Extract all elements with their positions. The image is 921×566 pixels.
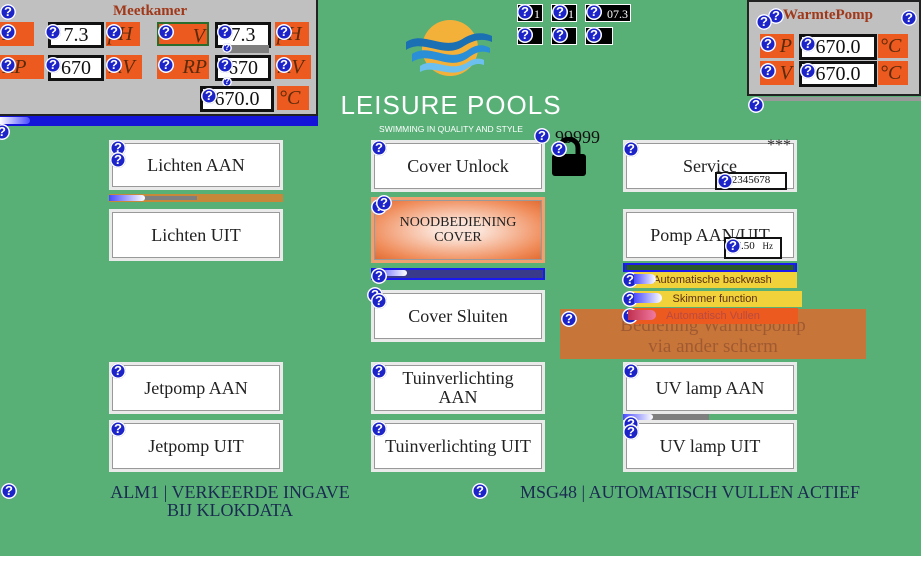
meetkamer-temp-unit: °C bbox=[277, 86, 309, 110]
cover-unlock-button[interactable]: Cover Unlock bbox=[371, 140, 545, 192]
help-icon[interactable]: ? bbox=[45, 24, 61, 40]
help-icon[interactable]: ? bbox=[371, 421, 387, 437]
help-icon[interactable]: ? bbox=[623, 141, 639, 157]
help-icon[interactable]: ? bbox=[748, 97, 764, 113]
status-message: MSG48 | AUTOMATISCH VULLEN ACTIEF bbox=[520, 482, 860, 502]
slider-handle[interactable] bbox=[634, 293, 662, 303]
cover-sluiten-button[interactable]: Cover Sluiten bbox=[371, 290, 545, 342]
help-icon[interactable]: ? bbox=[760, 63, 776, 79]
noodbediening-cover-button[interactable]: NOODBEDIENING COVER bbox=[371, 197, 545, 263]
help-icon[interactable]: ? bbox=[1, 483, 17, 499]
help-icon[interactable]: ? bbox=[800, 36, 816, 52]
help-icon[interactable]: ? bbox=[552, 27, 568, 43]
service-stars: *** bbox=[767, 137, 791, 154]
meetkamer-scroll-strip[interactable] bbox=[0, 116, 318, 126]
help-icon[interactable]: ? bbox=[586, 27, 602, 43]
jetpomp-uit-button[interactable]: Jetpomp UIT bbox=[109, 420, 283, 472]
warmtepomp-p-unit: °C bbox=[878, 34, 908, 58]
help-icon[interactable]: ? bbox=[217, 24, 233, 40]
help-icon[interactable]: ? bbox=[371, 363, 387, 379]
help-icon[interactable]: ? bbox=[217, 57, 233, 73]
logo-brand: LEISURE POOLS bbox=[340, 90, 562, 120]
help-icon[interactable]: ? bbox=[623, 363, 639, 379]
meetkamer-title: Meetkamer bbox=[113, 3, 188, 19]
help-icon[interactable]: ? bbox=[586, 4, 602, 20]
help-icon[interactable]: ? bbox=[376, 195, 392, 211]
help-icon[interactable]: ? bbox=[756, 14, 772, 30]
slider-handle[interactable] bbox=[0, 117, 30, 124]
lichten-aan-button[interactable]: Lichten AAN bbox=[109, 140, 283, 190]
tuinverlichting-uit-button[interactable]: Tuinverlichting UIT bbox=[371, 420, 545, 472]
help-icon[interactable]: ? bbox=[717, 173, 733, 189]
warmtepomp-v-unit: °C bbox=[878, 61, 908, 85]
tuinverlichting-aan-label-1: Tuinverlichting bbox=[402, 368, 514, 388]
help-icon[interactable]: ? bbox=[0, 4, 16, 20]
tuinverlichting-aan-label-2: AAN bbox=[438, 387, 478, 407]
alarm-line-1: ALM1 | VERKEERDE INGAVE bbox=[110, 482, 350, 502]
uv-lamp-aan-button[interactable]: UV lamp AAN bbox=[623, 362, 797, 414]
pomp-level-fill bbox=[627, 265, 793, 270]
jetpomp-aan-button[interactable]: Jetpomp AAN bbox=[109, 362, 283, 414]
noodbediening-label-1: NOODBEDIENING bbox=[399, 215, 517, 230]
slider-handle[interactable] bbox=[628, 310, 656, 320]
help-icon[interactable]: ? bbox=[800, 63, 816, 79]
pomp-frequency-unit: Hz bbox=[762, 241, 774, 251]
help-icon[interactable]: ? bbox=[371, 268, 387, 284]
help-icon[interactable]: ? bbox=[472, 483, 488, 499]
help-icon[interactable]: ? bbox=[110, 152, 126, 168]
scada-screen: Meetkamer ? P ? 7.3 ? pH ? V ? 7.3 ? ? p… bbox=[0, 0, 921, 556]
tuinverlichting-aan-button[interactable]: Tuinverlichting AAN bbox=[371, 362, 545, 414]
slider-handle[interactable] bbox=[634, 274, 656, 284]
help-icon[interactable]: ? bbox=[45, 57, 61, 73]
help-icon[interactable]: ? bbox=[760, 36, 776, 52]
logo-tagline: SWIMMING IN QUALITY AND STYLE bbox=[379, 124, 523, 134]
help-icon[interactable]: ? bbox=[517, 4, 533, 20]
help-icon[interactable]: ? bbox=[552, 4, 568, 20]
help-icon[interactable]: ? bbox=[110, 421, 126, 437]
warmtepomp-scroll-strip[interactable] bbox=[760, 97, 921, 101]
help-icon[interactable]: ? bbox=[371, 293, 387, 309]
help-icon[interactable]: ? bbox=[561, 311, 577, 327]
help-icon[interactable]: ? bbox=[0, 124, 10, 140]
leisure-pools-logo bbox=[406, 20, 492, 76]
help-icon[interactable]: ? bbox=[725, 238, 741, 254]
help-icon[interactable]: ? bbox=[110, 363, 126, 379]
help-icon[interactable]: ? bbox=[551, 141, 567, 157]
alarm-message: ALM1 | VERKEERDE INGAVE BIJ KLOKDATA bbox=[70, 483, 390, 519]
help-icon[interactable]: ? bbox=[222, 43, 232, 53]
alarm-line-2: BIJ KLOKDATA bbox=[166, 500, 294, 520]
help-icon[interactable]: ? bbox=[201, 88, 217, 104]
lichten-uit-button[interactable]: Lichten UIT bbox=[109, 209, 283, 261]
help-icon[interactable]: ? bbox=[371, 140, 387, 156]
help-icon[interactable]: ? bbox=[0, 24, 16, 40]
help-icon[interactable]: ? bbox=[901, 10, 917, 26]
help-icon[interactable]: ? bbox=[517, 27, 533, 43]
help-icon[interactable]: ? bbox=[623, 424, 639, 440]
help-icon[interactable]: ? bbox=[276, 57, 292, 73]
help-icon[interactable]: ? bbox=[276, 24, 292, 40]
noodbediening-label-2: COVER bbox=[434, 230, 482, 245]
help-icon[interactable]: ? bbox=[0, 57, 16, 73]
help-icon[interactable]: ? bbox=[158, 24, 174, 40]
help-icon[interactable]: ? bbox=[158, 57, 174, 73]
uv-lamp-uit-button[interactable]: UV lamp UIT bbox=[623, 420, 797, 472]
warmtepomp-overlay-line2: via ander scherm bbox=[648, 336, 778, 357]
slider-handle[interactable] bbox=[109, 195, 145, 201]
warmtepomp-title: WarmtePomp bbox=[783, 7, 873, 23]
help-icon[interactable]: ? bbox=[106, 57, 122, 73]
help-icon[interactable]: ? bbox=[106, 24, 122, 40]
